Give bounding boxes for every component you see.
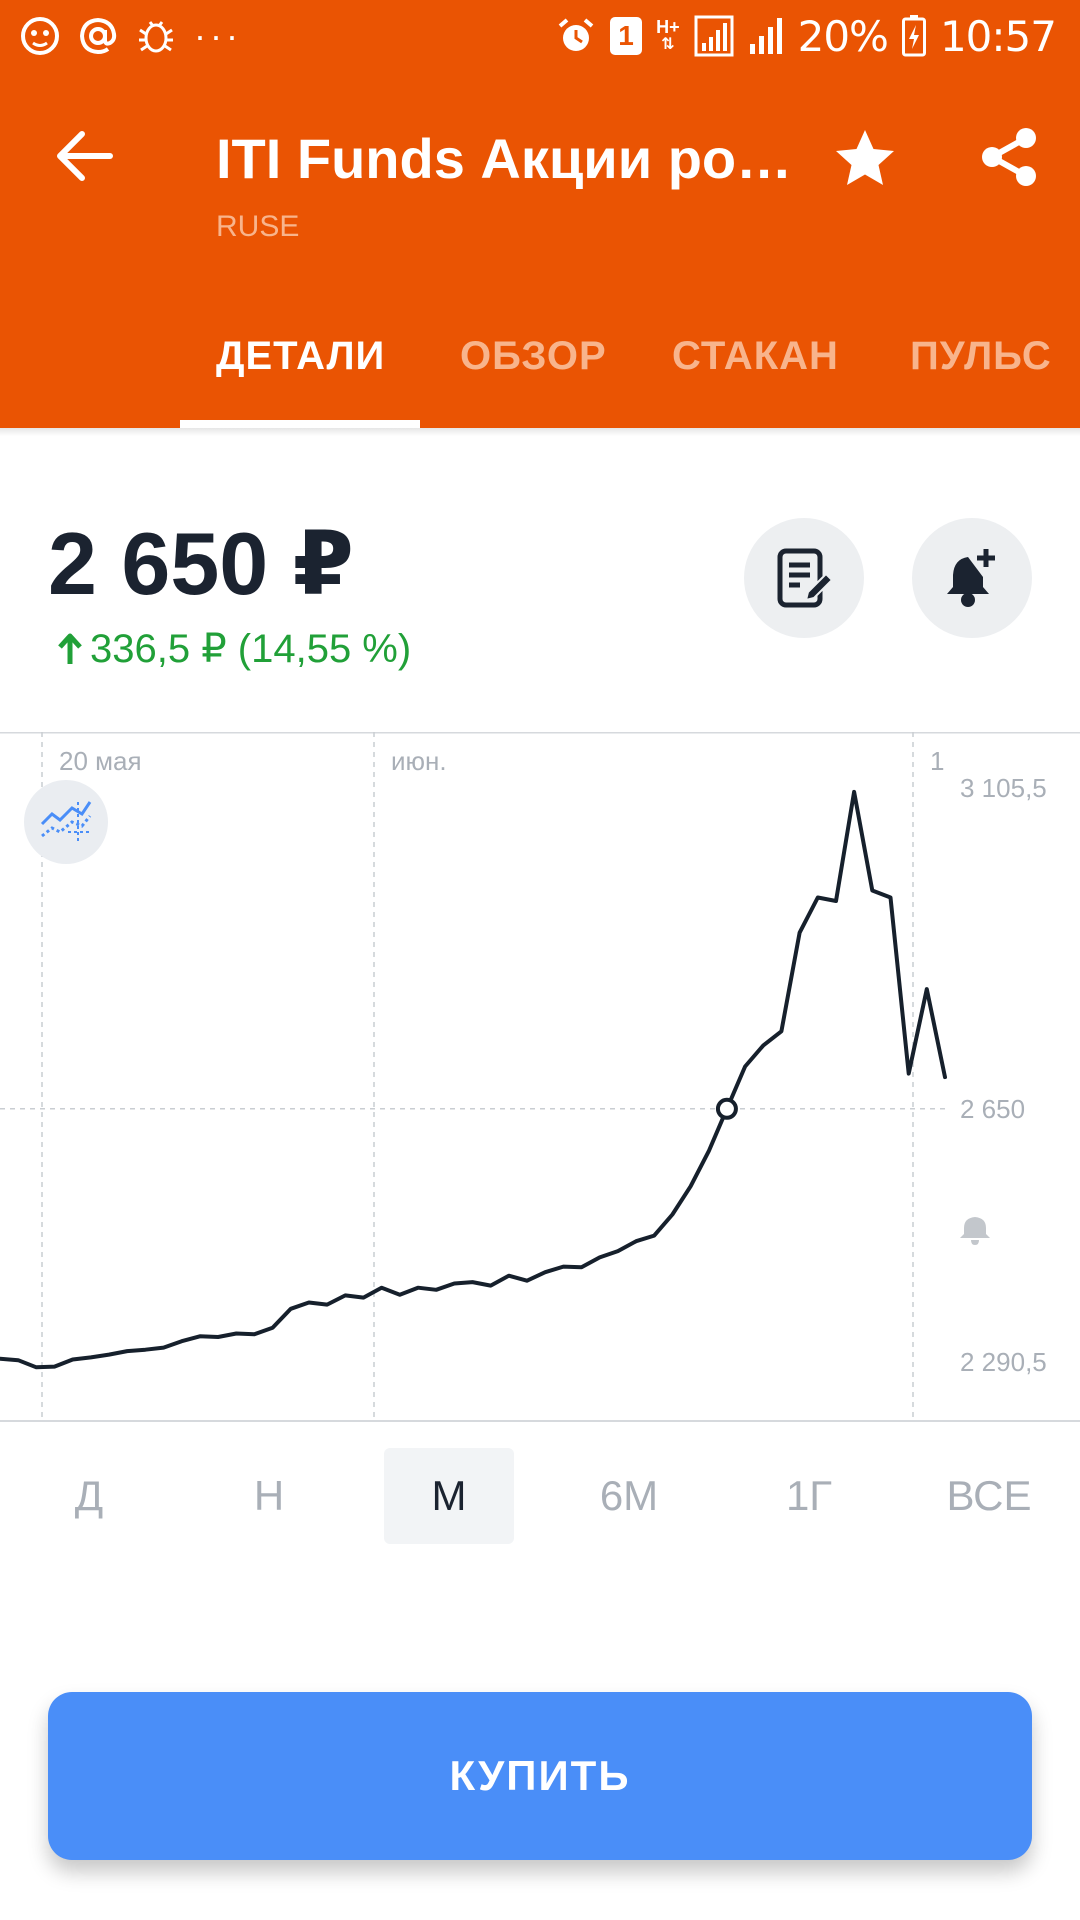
favorite-button[interactable] bbox=[832, 126, 898, 192]
status-bar: ··· 1 H+ ⇅ 20% 10:57 bbox=[0, 0, 1080, 72]
buy-button[interactable]: КУПИТЬ bbox=[48, 1692, 1032, 1860]
more-dots-icon: ··· bbox=[194, 15, 242, 56]
chart-y-tick-label: 3 105,5 bbox=[960, 773, 1047, 803]
bell-plus-icon bbox=[947, 549, 995, 607]
period-week[interactable]: Н bbox=[204, 1448, 334, 1544]
back-button[interactable] bbox=[52, 126, 118, 186]
share-icon bbox=[982, 128, 1036, 186]
chart-type-toggle[interactable] bbox=[24, 780, 108, 864]
chart-current-point bbox=[715, 1097, 738, 1120]
period-6-months[interactable]: 6М bbox=[564, 1448, 694, 1544]
chart-x-tick-label: 1 bbox=[930, 746, 944, 776]
clock: 10:57 bbox=[939, 11, 1057, 61]
price-change-value: 336,5 ₽ (14,55 %) bbox=[90, 627, 412, 671]
active-tab-indicator bbox=[180, 420, 420, 428]
tab-details[interactable]: ДЕТАЛИ bbox=[216, 334, 385, 379]
share-button[interactable] bbox=[976, 124, 1042, 190]
chart-y-tick-label: 2 290,5 bbox=[960, 1347, 1047, 1377]
notes-button[interactable] bbox=[744, 518, 864, 638]
app-header: ··· 1 H+ ⇅ 20% 10:57 ITI Funds Акции ро…… bbox=[0, 0, 1080, 428]
period-month[interactable]: М bbox=[384, 1448, 514, 1544]
arrow-left-icon bbox=[57, 131, 113, 181]
network-h-plus-icon: H+ ⇅ bbox=[656, 17, 680, 53]
note-edit-icon bbox=[777, 548, 832, 608]
period-day[interactable]: Д bbox=[24, 1448, 154, 1544]
signal-icon-2 bbox=[748, 16, 784, 56]
bell-icon bbox=[960, 1217, 990, 1245]
lion-app-icon bbox=[20, 16, 60, 56]
at-sign-icon bbox=[78, 16, 118, 56]
chart-x-tick-label: 20 мая bbox=[59, 746, 142, 776]
bug-icon bbox=[136, 16, 176, 56]
exchange-label: RUSE bbox=[216, 210, 300, 243]
tab-bar: ДЕТАЛИ ОБЗОР СТАКАН ПУЛЬС bbox=[0, 322, 1080, 428]
header-shadow bbox=[0, 428, 1080, 436]
price-alert-button[interactable] bbox=[912, 518, 1032, 638]
tab-overview[interactable]: ОБЗОР bbox=[460, 334, 607, 379]
period-selector: Д Н М 6М 1Г ВСЕ bbox=[0, 1448, 1080, 1544]
star-icon bbox=[836, 130, 894, 185]
period-year[interactable]: 1Г bbox=[744, 1448, 874, 1544]
instrument-title: ITI Funds Акции ро… bbox=[216, 127, 793, 190]
arrow-up-icon bbox=[58, 633, 82, 664]
current-price: 2 650 ₽ bbox=[48, 514, 354, 613]
chart-x-tick-label: июн. bbox=[391, 746, 447, 776]
tab-order-book[interactable]: СТАКАН bbox=[672, 334, 839, 379]
chart-y-tick-label: 2 650 bbox=[960, 1094, 1025, 1124]
signal-icon bbox=[694, 15, 734, 57]
battery-charging-icon bbox=[901, 15, 926, 57]
chart-series-line bbox=[0, 789, 947, 1370]
battery-percent: 20% bbox=[797, 11, 889, 61]
tab-pulse[interactable]: ПУЛЬС bbox=[910, 334, 1052, 379]
price-change: 336,5 ₽ (14,55 %) bbox=[58, 626, 411, 672]
price-chart[interactable]: 20 мая июн. 1 3 105,5 2 650 2 290,5 bbox=[0, 732, 1080, 1422]
period-all[interactable]: ВСЕ bbox=[924, 1448, 1054, 1544]
alarm-icon bbox=[556, 16, 596, 56]
sim1-icon: 1 bbox=[610, 17, 643, 55]
chart-type-icon bbox=[40, 801, 92, 844]
